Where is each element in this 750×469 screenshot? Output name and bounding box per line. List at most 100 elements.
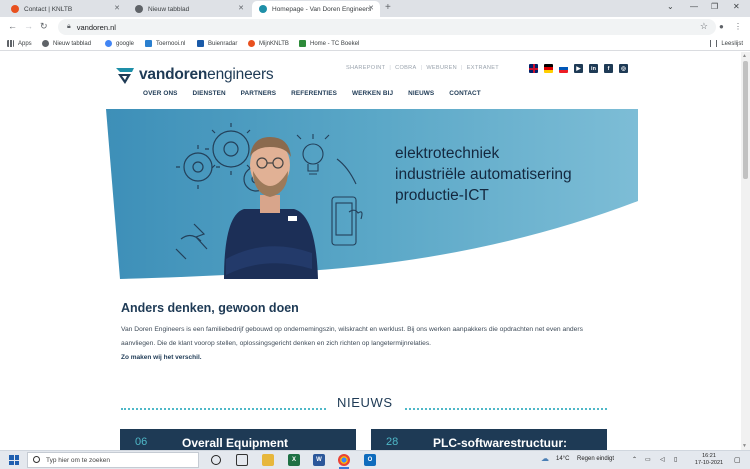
bookmark-tc-boekel[interactable]: Home - TC Boekel <box>299 40 359 47</box>
windows-taskbar: Typ hier om te zoeken X W O ☁ 14°C Regen… <box>0 450 750 469</box>
tab-title: Homepage - Van Doren Engineers <box>272 5 372 13</box>
nav-nieuws[interactable]: NIEUWS <box>408 90 434 97</box>
main-navigation: OVER ONS DIENSTEN PARTNERS REFERENTIES W… <box>143 90 496 97</box>
window-dropdown-icon[interactable]: ⌄ <box>667 2 674 11</box>
hero-line-1: elektrotechniek <box>395 145 500 162</box>
lock-icon: 🔒︎ <box>67 23 71 30</box>
flag-de-icon[interactable] <box>544 64 553 73</box>
close-window-icon[interactable]: ✕ <box>733 2 740 11</box>
hero-banner: elektrotechniek industriële automatiseri… <box>106 109 638 279</box>
apps-grid-icon <box>7 40 14 47</box>
link-cobra[interactable]: COBRA <box>395 65 416 71</box>
nav-werken-bij[interactable]: WERKEN BIJ <box>352 90 393 97</box>
search-icon <box>33 456 40 463</box>
nav-diensten[interactable]: DIENSTEN <box>193 90 226 97</box>
instagram-icon[interactable]: ◎ <box>619 64 628 73</box>
link-weburen[interactable]: WEBUREN <box>426 65 457 71</box>
flag-uk-icon[interactable] <box>529 64 538 73</box>
file-explorer-icon[interactable] <box>262 454 274 466</box>
browser-menu-icon[interactable]: ⋮ <box>734 22 742 31</box>
divider <box>405 408 607 410</box>
address-bar[interactable]: 🔒︎ vandoren.nl ☆ <box>58 19 716 35</box>
outlook-icon[interactable]: O <box>364 454 376 466</box>
facebook-icon[interactable]: f <box>604 64 613 73</box>
chrome-favicon-icon <box>135 5 143 13</box>
vandoren-logo[interactable]: vandorenengineers <box>115 65 274 85</box>
toernooi-icon <box>145 40 152 47</box>
bookmark-mijnknltb[interactable]: MijnKNLTB <box>248 40 289 47</box>
bookmark-star-icon[interactable]: ☆ <box>700 21 708 32</box>
network-icon[interactable]: ▭ <box>645 456 651 463</box>
tab-vandoren-homepage[interactable]: Homepage - Van Doren Engineers ✕ <box>252 1 380 17</box>
clock-date: 17-10-2021 <box>694 460 724 466</box>
windows-start-icon[interactable] <box>9 455 19 465</box>
battery-icon[interactable]: ▯ <box>674 456 677 463</box>
minimize-window-icon[interactable]: — <box>690 2 698 11</box>
browser-tab-bar: Contact | KNLTB ✕ Nieuw tabblad ✕ Homepa… <box>0 0 750 17</box>
tab-new-tab[interactable]: Nieuw tabblad ✕ <box>128 1 250 17</box>
knltb-icon <box>248 40 255 47</box>
tab-knltb-contact[interactable]: Contact | KNLTB ✕ <box>4 1 126 17</box>
flag-si-icon[interactable] <box>559 64 568 73</box>
weather-temperature[interactable]: 14°C <box>556 456 569 462</box>
word-icon[interactable]: W <box>313 454 325 466</box>
notifications-icon[interactable]: ▢ <box>734 456 741 464</box>
tc-boekel-icon <box>299 40 306 47</box>
nav-contact[interactable]: CONTACT <box>449 90 480 97</box>
back-arrow-icon[interactable]: ← <box>8 21 17 31</box>
weather-description[interactable]: Regen eindigt <box>577 456 614 462</box>
bookmark-buienradar[interactable]: Buienradar <box>197 40 237 47</box>
profile-avatar-icon[interactable]: ● <box>719 22 724 31</box>
linkedin-icon[interactable]: in <box>589 64 598 73</box>
scroll-up-icon[interactable]: ▲ <box>742 53 747 59</box>
link-extranet[interactable]: EXTRANET <box>467 65 499 71</box>
excel-icon[interactable]: X <box>288 454 300 466</box>
clock-time: 16:21 <box>702 453 716 459</box>
page-scrollbar[interactable]: ▲ ▼ <box>741 52 750 450</box>
link-sharepoint[interactable]: SHAREPOINT <box>346 65 385 71</box>
task-view-icon[interactable] <box>236 454 248 466</box>
cortana-icon[interactable] <box>211 455 221 465</box>
utility-links: SHAREPOINT | COBRA | WEBUREN | EXTRANET <box>346 65 500 71</box>
news-card[interactable]: 06 Overall Equipment <box>120 429 356 450</box>
google-icon <box>105 40 112 47</box>
bookmark-toernooi[interactable]: Toernooi.nl <box>145 40 185 47</box>
weather-cloud-icon[interactable]: ☁ <box>541 454 549 463</box>
bookmarks-bar: Apps Nieuw tabblad google Toernooi.nl Bu… <box>0 37 750 51</box>
bookmark-apps[interactable]: Apps <box>7 40 32 47</box>
reading-list-button[interactable]: Leeslijst <box>710 40 743 47</box>
intro-paragraph: Van Doren Engineers is een familiebedrij… <box>121 326 583 347</box>
nav-over-ons[interactable]: OVER ONS <box>143 90 178 97</box>
forward-arrow-icon[interactable]: → <box>24 21 33 31</box>
scroll-down-icon[interactable]: ▼ <box>742 443 747 449</box>
tray-chevron-icon[interactable]: ⌃ <box>632 456 637 463</box>
news-heading: NIEUWS <box>337 395 393 410</box>
close-tab-icon[interactable]: ✕ <box>114 4 120 12</box>
scrollbar-thumb[interactable] <box>743 61 748 179</box>
close-tab-icon[interactable]: ✕ <box>238 4 244 12</box>
bookmark-new-tab[interactable]: Nieuw tabblad <box>42 40 91 47</box>
tagline: Zo maken wij het verschil. <box>121 354 202 361</box>
close-tab-icon[interactable]: ✕ <box>368 4 374 12</box>
vandoren-logo-mark-icon <box>116 68 134 84</box>
taskbar-search-input[interactable]: Typ hier om te zoeken <box>27 452 199 468</box>
logo-wordmark: vandorenengineers <box>139 66 274 83</box>
reading-list-icon <box>710 40 718 47</box>
tab-title: Nieuw tabblad <box>148 5 190 13</box>
restore-window-icon[interactable]: ❐ <box>711 2 718 11</box>
page-heading: Anders denken, gewoon doen <box>121 301 299 315</box>
volume-icon[interactable]: ◁ <box>660 456 665 463</box>
nav-partners[interactable]: PARTNERS <box>241 90 276 97</box>
system-clock[interactable]: 16:21 17-10-2021 <box>692 453 726 467</box>
bookmark-google[interactable]: google <box>105 40 134 47</box>
new-tab-plus-icon[interactable]: + <box>385 2 391 13</box>
youtube-icon[interactable]: ▶ <box>574 64 583 73</box>
chrome-taskbar-icon[interactable] <box>338 454 350 469</box>
nav-referenties[interactable]: REFERENTIES <box>291 90 337 97</box>
news-card[interactable]: 28 PLC-softwarestructuur: <box>371 429 607 450</box>
browser-toolbar: ← → ↻ 🔒︎ vandoren.nl ☆ ● ⋮ <box>0 17 750 37</box>
news-section-header: NIEUWS <box>121 393 607 413</box>
news-card-title: Overall Equipment <box>182 436 289 450</box>
reload-icon[interactable]: ↻ <box>40 21 48 32</box>
news-date-number: 06 <box>135 436 148 448</box>
